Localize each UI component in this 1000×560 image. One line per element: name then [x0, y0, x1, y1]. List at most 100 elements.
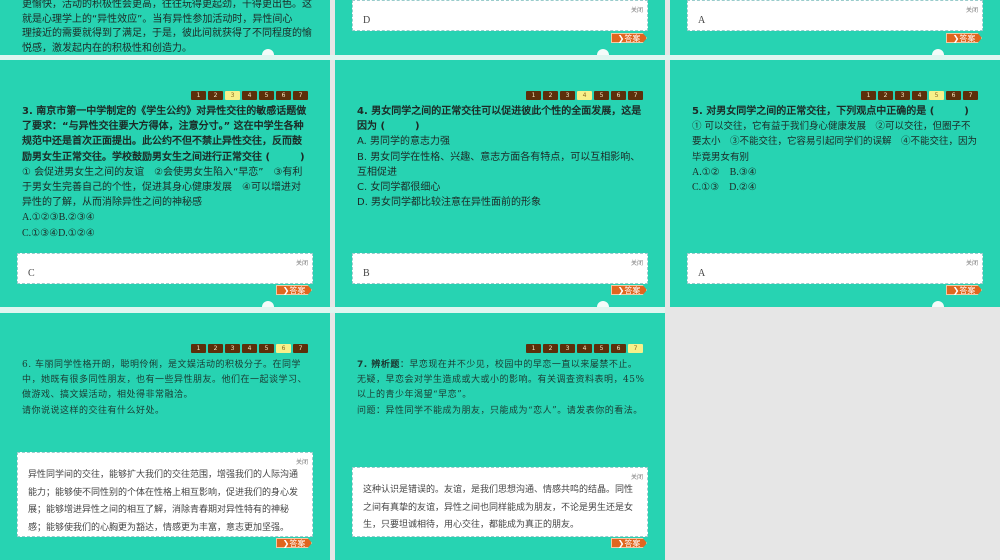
- page-nav: 1234567: [191, 344, 308, 353]
- question-stem: 5. 对男女同学之间的正常交往，下列观点中正确的是 ( ): [692, 106, 969, 117]
- nav-page-3[interactable]: 3: [225, 344, 240, 353]
- option: C.①③ D.②④: [692, 182, 757, 194]
- slide-tab: [262, 301, 274, 307]
- nav-page-2[interactable]: 2: [208, 344, 223, 353]
- nav-page-7[interactable]: 7: [293, 91, 308, 100]
- nav-page-7[interactable]: 7: [628, 344, 643, 353]
- answer-text: C: [28, 268, 35, 279]
- nav-page-5[interactable]: 5: [259, 91, 274, 100]
- nav-page-1[interactable]: 1: [526, 344, 541, 353]
- answer-button[interactable]: ❯答案: [946, 285, 982, 295]
- slide-question-5[interactable]: 1234567 5. 对男女同学之间的正常交往，下列观点中正确的是 ( ) ① …: [670, 60, 1000, 307]
- nav-page-4[interactable]: 4: [242, 344, 257, 353]
- slide-tab: [597, 301, 609, 307]
- option: B. 男女同学在性格、兴趣、意志方面各有特点，可以互相影响、互相促进: [357, 151, 641, 178]
- question-text: 7. 辨析题：早恋现在并不少见，校园中的早恋一直以来屡禁不止。无疑，早恋会对学生…: [357, 358, 645, 419]
- answer-box: 关闭 A: [687, 253, 983, 284]
- answer-text: A: [698, 268, 706, 279]
- slide-question-6[interactable]: 1234567 6. 车丽同学性格开朗，聪明伶俐，是文娱活动的积极分子。在同学中…: [0, 313, 330, 560]
- nav-page-5[interactable]: 5: [594, 344, 609, 353]
- nav-page-4[interactable]: 4: [577, 344, 592, 353]
- answer-button[interactable]: ❯答案: [946, 33, 982, 43]
- option: A.①②③B.②③④: [22, 212, 95, 224]
- nav-page-3[interactable]: 3: [560, 344, 575, 353]
- nav-page-7[interactable]: 7: [963, 91, 978, 100]
- close-button[interactable]: 关闭: [966, 258, 978, 267]
- nav-page-4[interactable]: 4: [577, 91, 592, 100]
- nav-page-2[interactable]: 2: [543, 91, 558, 100]
- nav-page-3[interactable]: 3: [225, 91, 240, 100]
- slide-tab: [597, 49, 609, 55]
- page-nav: 1234567: [526, 344, 643, 353]
- answer-button[interactable]: ❯答案: [611, 33, 647, 43]
- close-button[interactable]: 关闭: [631, 258, 643, 267]
- slide-question-3[interactable]: 1234567 3. 南京市第一中学制定的《学生公约》对异性交往的敏感话题做了要…: [0, 60, 330, 307]
- question-stem: 6. 车丽同学性格开朗，聪明伶俐，是文娱活动的积极分子。在同学中，她既有很多同性…: [22, 360, 308, 401]
- text-line: 理接近的需要就得到了满足，于是，彼此间就获得了不同程度的愉: [22, 28, 312, 39]
- answer-text: B: [363, 268, 370, 279]
- question-text: 5. 对男女同学之间的正常交往，下列观点中正确的是 ( ) ① 可以交往，它有益…: [692, 104, 980, 195]
- page-nav: 1234567: [191, 91, 308, 100]
- nav-page-1[interactable]: 1: [191, 344, 206, 353]
- close-button[interactable]: 关闭: [631, 5, 643, 14]
- page-nav: 1234567: [861, 91, 978, 100]
- nav-page-7[interactable]: 7: [628, 91, 643, 100]
- close-button[interactable]: 关闭: [296, 457, 308, 466]
- question-stem: 7. 辨析题：早恋现在并不少见，校园中的早恋一直以来屡禁不止。无疑，早恋会对学生…: [357, 358, 645, 404]
- answer-text: A: [698, 15, 706, 26]
- nav-page-6[interactable]: 6: [611, 344, 626, 353]
- slide-tab: [932, 49, 944, 55]
- slide-thumbnail-4[interactable]: 关闭 A ❯答案: [670, 0, 1000, 55]
- answer-box: 关闭 异性同学间的交往，能够扩大我们的交往范围，增强我们的人际沟通能力；能够使不…: [17, 452, 313, 537]
- nav-page-2[interactable]: 2: [878, 91, 893, 100]
- nav-page-1[interactable]: 1: [191, 91, 206, 100]
- answer-box: 关闭 这种认识是错误的。友谊，是我们思想沟通、情感共鸣的结晶。同性之间有真挚的友…: [352, 467, 648, 537]
- page-nav: 1234567: [526, 91, 643, 100]
- nav-page-2[interactable]: 2: [208, 91, 223, 100]
- close-button[interactable]: 关闭: [966, 5, 978, 14]
- nav-page-5[interactable]: 5: [594, 91, 609, 100]
- nav-page-6[interactable]: 6: [611, 91, 626, 100]
- slide-thumbnail-3[interactable]: 关闭 D ❯答案: [335, 0, 665, 55]
- question-body: ：早恋现在并不少见，校园中的早恋一直以来屡禁不止。无疑，早恋会对学生造成或大或小…: [357, 360, 645, 401]
- answer-button[interactable]: ❯答案: [611, 285, 647, 295]
- option: C.①③④D.①②④: [22, 227, 95, 239]
- nav-page-6[interactable]: 6: [946, 91, 961, 100]
- nav-page-2[interactable]: 2: [543, 344, 558, 353]
- nav-page-4[interactable]: 4: [912, 91, 927, 100]
- option: A. 男同学的意志力强: [357, 136, 451, 148]
- text-line: 就是心理学上的“异性效应”。当有异性参加活动时，异性间心: [22, 13, 293, 25]
- nav-page-4[interactable]: 4: [242, 91, 257, 100]
- nav-page-3[interactable]: 3: [560, 91, 575, 100]
- slide-thumbnail-2[interactable]: 更愉快，活动的积极性会更高，往往玩得更起劲，干得更出色。这 就是心理学上的“异性…: [0, 0, 330, 55]
- nav-page-1[interactable]: 1: [526, 91, 541, 100]
- nav-page-3[interactable]: 3: [895, 91, 910, 100]
- question-stem: 3. 南京市第一中学制定的《学生公约》对异性交往的敏感话题做了要求：“与异性交往…: [22, 106, 307, 163]
- slide-question-7[interactable]: 1234567 7. 辨析题：早恋现在并不少见，校园中的早恋一直以来屡禁不止。无…: [335, 313, 665, 560]
- answer-button[interactable]: ❯答案: [611, 538, 647, 548]
- close-button[interactable]: 关闭: [631, 472, 643, 481]
- slide-tab: [262, 49, 274, 55]
- question-prompt: 问题：异性同学不能成为朋友，只能成为“恋人”。请发表你的看法。: [357, 405, 643, 416]
- close-button[interactable]: 关闭: [296, 258, 308, 267]
- answer-box: 关闭 B: [352, 253, 648, 284]
- slide-question-4[interactable]: 1234567 4. 男女同学之间的正常交往可以促进彼此个性的全面发展，这是因为…: [335, 60, 665, 307]
- nav-page-1[interactable]: 1: [861, 91, 876, 100]
- nav-page-5[interactable]: 5: [929, 91, 944, 100]
- question-text: 3. 南京市第一中学制定的《学生公约》对异性交往的敏感话题做了要求：“与异性交往…: [22, 104, 310, 241]
- answer-button[interactable]: ❯答案: [276, 285, 312, 295]
- answer-box: 关闭 C: [17, 253, 313, 284]
- option: A.①② B.③④: [692, 166, 757, 178]
- nav-page-6[interactable]: 6: [276, 344, 291, 353]
- answer-text: 异性同学间的交往，能够扩大我们的交往范围，增强我们的人际沟通能力；能够使不同性别…: [28, 470, 299, 533]
- nav-page-6[interactable]: 6: [276, 91, 291, 100]
- question-text: 6. 车丽同学性格开朗，聪明伶俐，是文娱活动的积极分子。在同学中，她既有很多同性…: [22, 358, 310, 419]
- option: D. 男女同学都比较注意在异性面前的形象: [357, 197, 542, 209]
- nav-page-7[interactable]: 7: [293, 344, 308, 353]
- text-line: 更愉快，活动的积极性会更高，往往玩得更起劲，干得更出色。这: [22, 0, 312, 10]
- option: C. 女同学都很细心: [357, 182, 441, 194]
- nav-page-5[interactable]: 5: [259, 344, 274, 353]
- answer-text: 这种认识是错误的。友谊，是我们思想沟通、情感共鸣的结晶。同性之间有真挚的友谊，异…: [363, 485, 634, 530]
- question-label: 7. 辨析题: [357, 360, 400, 370]
- answer-button[interactable]: ❯答案: [276, 538, 312, 548]
